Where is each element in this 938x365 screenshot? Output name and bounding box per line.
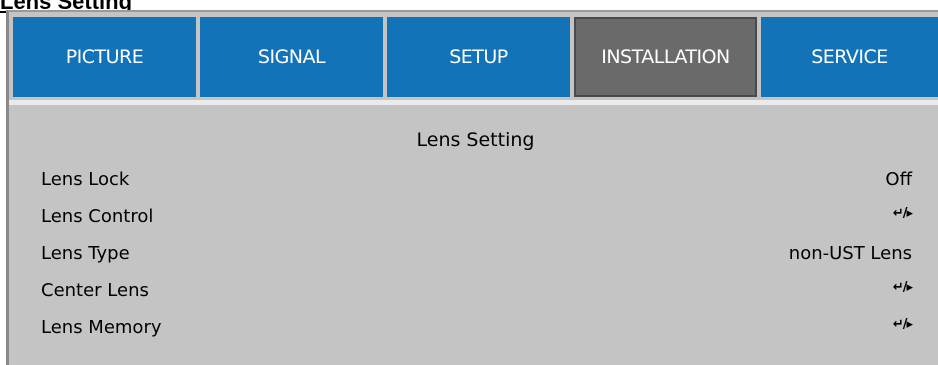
lens-setting-panel: Lens Setting Lens Lock Off Lens Control …: [13, 105, 938, 365]
osd-menu: PICTURE SIGNAL SETUP INSTALLATION SERVIC…: [6, 10, 938, 365]
lens-control-label: Lens Control: [41, 206, 154, 227]
lens-memory-label: Lens Memory: [41, 317, 162, 338]
panel-title: Lens Setting: [416, 129, 535, 151]
enter-arrow-icon: ↵/▸: [892, 280, 913, 295]
menu-row-lens-type[interactable]: Lens Type non-UST Lens: [41, 243, 912, 269]
enter-arrow-icon: ↵/▸: [892, 317, 913, 332]
tab-installation[interactable]: INSTALLATION: [574, 17, 757, 97]
tab-signal[interactable]: SIGNAL: [200, 17, 383, 97]
menu-row-lens-lock[interactable]: Lens Lock Off: [41, 169, 912, 195]
tab-service[interactable]: SERVICE: [761, 17, 938, 97]
lens-lock-label: Lens Lock: [41, 169, 130, 190]
lens-lock-value: Off: [885, 169, 912, 190]
tab-setup[interactable]: SETUP: [387, 17, 570, 97]
menu-row-lens-memory[interactable]: Lens Memory ↵/▸: [41, 317, 913, 343]
menu-row-lens-control[interactable]: Lens Control ↵/▸: [41, 206, 913, 232]
menu-row-center-lens[interactable]: Center Lens ↵/▸: [41, 280, 913, 306]
center-lens-label: Center Lens: [41, 280, 149, 301]
lens-type-label: Lens Type: [41, 243, 130, 264]
tab-picture[interactable]: PICTURE: [13, 17, 196, 97]
lens-type-value: non-UST Lens: [788, 243, 912, 264]
menu-tabs: PICTURE SIGNAL SETUP INSTALLATION SERVIC…: [13, 17, 938, 97]
enter-arrow-icon: ↵/▸: [892, 206, 913, 221]
